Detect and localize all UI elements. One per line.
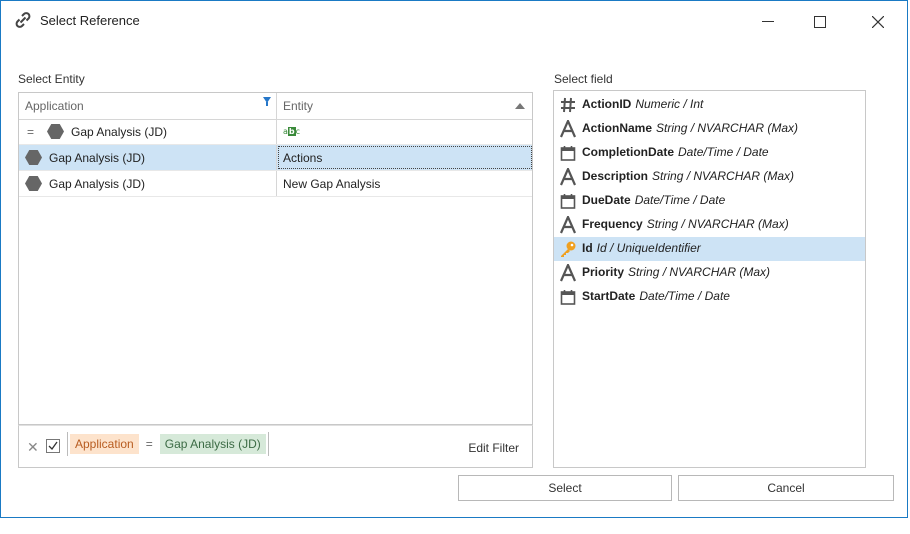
field-type: String / NVARCHAR (Max) — [628, 265, 771, 279]
list-item[interactable]: Frequency String / NVARCHAR (Max) — [554, 213, 865, 237]
text-a-icon — [558, 263, 578, 283]
text-a-icon — [558, 215, 578, 235]
filter-expression[interactable]: Application = Gap Analysis (JD) — [67, 432, 269, 456]
sort-ascending-icon — [515, 103, 525, 109]
field-name: Frequency — [582, 217, 643, 231]
link-icon — [13, 10, 33, 30]
application-hexagon-icon — [25, 150, 42, 165]
application-cell: Gap Analysis (JD) — [49, 177, 146, 191]
close-icon — [872, 16, 884, 28]
field-type: Date/Time / Date — [634, 193, 726, 207]
text-a-icon — [558, 119, 578, 139]
application-cell: Gap Analysis (JD) — [71, 125, 168, 139]
hash-icon — [558, 95, 578, 115]
field-type: Date/Time / Date — [678, 145, 769, 159]
field-type: String / NVARCHAR (Max) — [652, 169, 795, 183]
application-hexagon-icon — [25, 176, 42, 191]
minimize-button[interactable] — [745, 7, 791, 37]
close-button[interactable] — [855, 7, 901, 37]
cancel-button[interactable]: Cancel — [678, 475, 894, 501]
equals-icon: = — [27, 125, 35, 139]
calendar-icon — [558, 191, 578, 211]
table-row[interactable]: = Gap Analysis (JD) abc — [19, 119, 532, 145]
filter-enabled-checkbox[interactable] — [46, 439, 60, 453]
list-item[interactable]: Priority String / NVARCHAR (Max) — [554, 261, 865, 285]
select-field-label: Select field — [554, 72, 613, 86]
list-item[interactable]: ActionID Numeric / Int — [554, 93, 865, 117]
field-name: Priority — [582, 265, 625, 279]
abc-text-icon: abc — [283, 127, 301, 136]
maximize-icon — [814, 16, 826, 28]
list-item[interactable]: StartDate Date/Time / Date — [554, 285, 865, 309]
table-row[interactable]: Gap Analysis (JD) New Gap Analysis — [19, 171, 532, 197]
field-type: String / NVARCHAR (Max) — [656, 121, 799, 135]
field-type: String / NVARCHAR (Max) — [646, 217, 789, 231]
entity-cell: Actions — [283, 151, 323, 165]
application-hexagon-icon — [47, 124, 64, 139]
field-type: Numeric / Int — [635, 97, 704, 111]
key-icon — [558, 239, 578, 259]
title-bar: Select Reference — [1, 1, 907, 41]
text-a-icon — [558, 167, 578, 187]
filter-indicator-icon[interactable] — [263, 97, 271, 106]
filter-panel: ✕ Application = Gap Analysis (JD) Edit F… — [18, 425, 533, 468]
field-name: CompletionDate — [582, 145, 675, 159]
edit-filter-button[interactable]: Edit Filter — [468, 441, 519, 455]
select-entity-label: Select Entity — [18, 72, 85, 86]
window-title: Select Reference — [40, 13, 140, 28]
minimize-icon — [762, 21, 774, 22]
field-type: Id / UniqueIdentifier — [596, 241, 701, 255]
calendar-icon — [558, 287, 578, 307]
field-name: ActionName — [582, 121, 653, 135]
select-button[interactable]: Select — [458, 475, 672, 501]
list-item[interactable]: Id Id / UniqueIdentifier — [554, 237, 865, 261]
field-list: ActionID Numeric / Int ActionName String /… — [553, 90, 866, 468]
maximize-button[interactable] — [797, 7, 843, 37]
filter-operator[interactable]: = — [143, 437, 156, 451]
entity-grid: Application Entity = Gap Analysis (JD) a… — [18, 92, 533, 425]
select-reference-dialog: Select Reference Select Entity Select fi… — [0, 0, 908, 518]
field-name: StartDate — [582, 289, 636, 303]
filter-value[interactable]: Gap Analysis (JD) — [159, 434, 266, 454]
checkmark-icon — [48, 441, 58, 451]
table-row[interactable]: Gap Analysis (JD) Actions — [19, 145, 532, 171]
column-header-entity[interactable]: Entity — [283, 99, 313, 113]
column-header-application[interactable]: Application — [25, 99, 84, 113]
field-name: Description — [582, 169, 649, 183]
clear-filter-icon[interactable]: ✕ — [27, 439, 39, 456]
list-item[interactable]: DueDate Date/Time / Date — [554, 189, 865, 213]
list-item[interactable]: ActionName String / NVARCHAR (Max) — [554, 117, 865, 141]
list-item[interactable]: CompletionDate Date/Time / Date — [554, 141, 865, 165]
application-cell: Gap Analysis (JD) — [49, 151, 146, 165]
grid-header: Application Entity — [19, 93, 532, 120]
entity-cell: New Gap Analysis — [283, 177, 381, 191]
list-item[interactable]: Description String / NVARCHAR (Max) — [554, 165, 865, 189]
calendar-icon — [558, 143, 578, 163]
field-name: DueDate — [582, 193, 631, 207]
field-name: Id — [582, 241, 593, 255]
field-type: Date/Time / Date — [639, 289, 730, 303]
field-name: ActionID — [582, 97, 632, 111]
filter-field[interactable]: Application — [70, 434, 139, 454]
